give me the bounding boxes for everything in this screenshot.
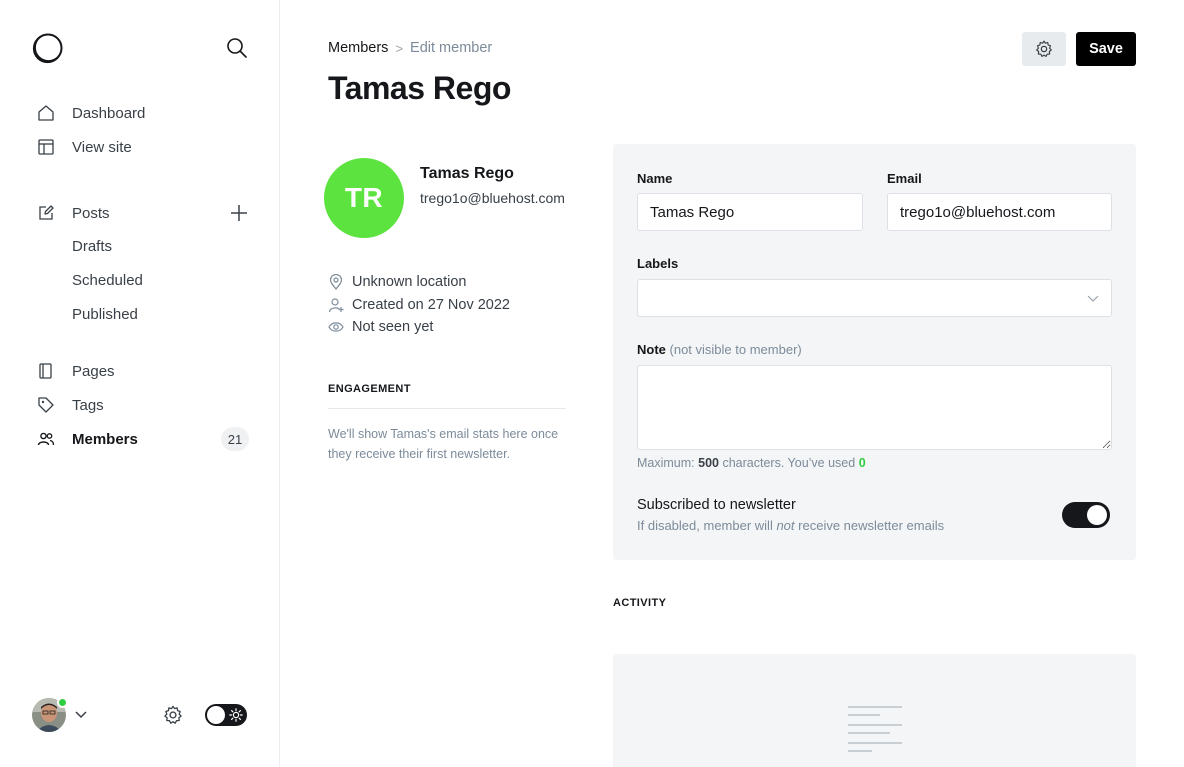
sidebar: Dashboard View site Posts Drafts Schedul… [0, 0, 280, 767]
member-created: Created on 27 Nov 2022 [328, 295, 510, 315]
members-count-badge: 21 [221, 427, 249, 451]
note-field[interactable] [637, 365, 1112, 450]
tag-icon [36, 395, 56, 415]
breadcrumb-current: Edit member [410, 40, 493, 56]
newsletter-description: If disabled, member will not receive new… [637, 518, 945, 533]
member-name: Tamas Rego [420, 165, 514, 182]
chevron-down-icon[interactable] [74, 709, 88, 721]
member-location: Unknown location [328, 272, 466, 292]
plus-icon[interactable] [229, 203, 249, 223]
sun-icon [229, 708, 243, 722]
note-char-count: Maximum: 500 characters. You’ve used 0 [637, 456, 866, 470]
user-add-icon [328, 297, 344, 313]
layout-icon [36, 137, 56, 157]
newsletter-toggle[interactable] [1062, 502, 1110, 528]
save-button[interactable]: Save [1076, 32, 1136, 66]
sidebar-item-label: Dashboard [72, 104, 146, 122]
sidebar-item-tags[interactable]: Tags [36, 393, 104, 417]
page-title: Tamas Rego [328, 70, 511, 106]
gear-icon[interactable] [162, 704, 184, 726]
logo-icon[interactable] [32, 32, 64, 64]
labels-label: Labels [637, 256, 679, 271]
sidebar-item-label: View site [72, 138, 132, 156]
newsletter-title: Subscribed to newsletter [637, 497, 796, 513]
name-field[interactable] [637, 193, 863, 231]
document-lines-icon [848, 706, 902, 752]
sidebar-item-label: Tags [72, 396, 104, 414]
home-icon [36, 103, 56, 123]
member-email: trego1o@bluehost.com [420, 190, 565, 206]
sidebar-item-published[interactable]: Published [72, 306, 138, 323]
sidebar-item-view-site[interactable]: View site [36, 135, 132, 159]
page-icon [36, 361, 56, 381]
gear-icon [1036, 40, 1052, 58]
engagement-empty-text: We'll show Tamas's email stats here once… [328, 427, 559, 461]
note-label: Note (not visible to member) [637, 342, 802, 357]
name-label: Name [637, 171, 673, 186]
sidebar-item-dashboard[interactable]: Dashboard [36, 101, 145, 125]
labels-select[interactable] [637, 279, 1112, 317]
engagement-heading: ENGAGEMENT [328, 383, 411, 395]
member-avatar: TR [324, 158, 404, 238]
users-icon [36, 429, 56, 449]
online-status-dot [57, 697, 68, 708]
edit-icon [36, 203, 56, 223]
sidebar-item-pages[interactable]: Pages [36, 359, 115, 383]
breadcrumb: Members > Edit member [328, 40, 492, 56]
member-settings-button[interactable] [1022, 32, 1066, 66]
sidebar-item-scheduled[interactable]: Scheduled [72, 272, 143, 289]
breadcrumb-members-link[interactable]: Members [328, 40, 388, 56]
night-mode-toggle[interactable] [205, 704, 247, 726]
chevron-down-icon [1087, 295, 1099, 302]
email-label: Email [887, 171, 922, 186]
eye-icon [328, 319, 344, 335]
user-avatar[interactable] [32, 697, 68, 734]
location-pin-icon [328, 274, 344, 290]
sidebar-item-label: Members [72, 430, 138, 448]
sidebar-item-label: Posts [72, 204, 110, 222]
sidebar-item-label: Pages [72, 362, 115, 380]
sidebar-item-members[interactable]: Members [36, 427, 138, 451]
email-field[interactable] [887, 193, 1112, 231]
sidebar-item-posts[interactable]: Posts [36, 201, 110, 225]
activity-heading: ACTIVITY [613, 597, 667, 609]
note-hint: (not visible to member) [669, 342, 802, 357]
search-icon[interactable] [226, 37, 248, 59]
chevron-right-icon: > [395, 40, 404, 56]
divider [328, 408, 566, 409]
sidebar-item-drafts[interactable]: Drafts [72, 238, 112, 255]
member-seen: Not seen yet [328, 317, 433, 337]
